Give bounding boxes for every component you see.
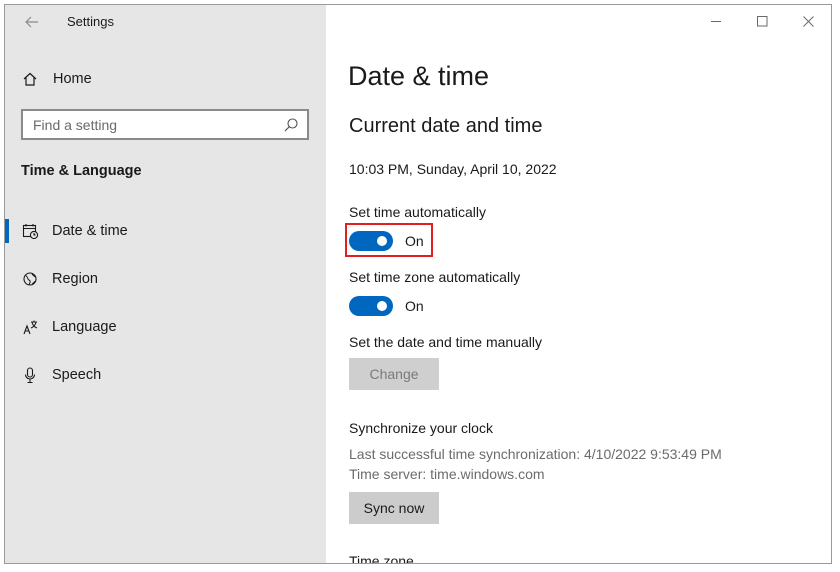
time-server-text: Time server: time.windows.com (349, 466, 545, 482)
search-box[interactable] (21, 109, 309, 140)
auto-timezone-toggle[interactable] (349, 296, 393, 316)
current-date-time-heading: Current date and time (349, 115, 543, 137)
auto-time-toggle[interactable] (349, 231, 393, 251)
sidebar-item-home[interactable]: Home (5, 59, 326, 99)
last-sync-text: Last successful time synchronization: 4/… (349, 446, 722, 462)
window-controls (693, 5, 831, 37)
auto-time-toggle-row: On (349, 230, 424, 252)
sidebar-item-label: Speech (52, 367, 102, 383)
auto-timezone-label: Set time zone automatically (349, 269, 521, 285)
close-icon (802, 15, 814, 27)
sidebar-item-region[interactable]: Region (5, 259, 326, 299)
auto-timezone-toggle-row: On (349, 295, 424, 317)
sync-now-button[interactable]: Sync now (349, 492, 439, 524)
back-button[interactable] (21, 11, 43, 33)
sidebar-item-label: Date & time (52, 223, 128, 239)
minimize-icon (710, 20, 721, 22)
calendar-clock-icon (21, 222, 39, 240)
sidebar-item-label: Home (53, 71, 92, 87)
search-input[interactable] (23, 115, 285, 134)
minimize-button[interactable] (693, 5, 739, 37)
page-title: Date & time (348, 61, 490, 91)
current-datetime-value: 10:03 PM, Sunday, April 10, 2022 (349, 161, 557, 177)
auto-time-label: Set time automatically (349, 204, 486, 220)
maximize-button[interactable] (739, 5, 785, 37)
sidebar-item-label: Language (52, 319, 117, 335)
sidebar-item-label: Region (52, 271, 98, 287)
toggle-knob (377, 301, 387, 311)
sidebar-item-speech[interactable]: Speech (5, 355, 326, 395)
globe-icon (21, 270, 39, 288)
change-button[interactable]: Change (349, 358, 439, 390)
settings-window: Settings Home Time & Language (4, 4, 832, 564)
search-icon (284, 118, 298, 132)
auto-timezone-state: On (405, 298, 424, 314)
microphone-icon (21, 366, 39, 384)
section-heading: Time & Language (21, 163, 142, 179)
home-icon (21, 70, 39, 88)
manual-time-label: Set the date and time manually (349, 334, 543, 350)
sidebar-item-date-time[interactable]: Date & time (5, 211, 326, 251)
sidebar-item-language[interactable]: Language (5, 307, 326, 347)
close-button[interactable] (785, 5, 831, 37)
maximize-icon (756, 15, 767, 26)
language-icon (21, 318, 39, 336)
sync-heading: Synchronize your clock (349, 420, 493, 436)
app-title: Settings (67, 14, 114, 29)
sidebar: Settings Home Time & Language (5, 5, 326, 563)
time-zone-heading: Time zone (349, 553, 414, 564)
main-content: Date & time Current date and time 10:03 … (326, 5, 831, 563)
back-arrow-icon (25, 16, 38, 28)
toggle-knob (377, 236, 387, 246)
auto-time-state: On (405, 233, 424, 249)
